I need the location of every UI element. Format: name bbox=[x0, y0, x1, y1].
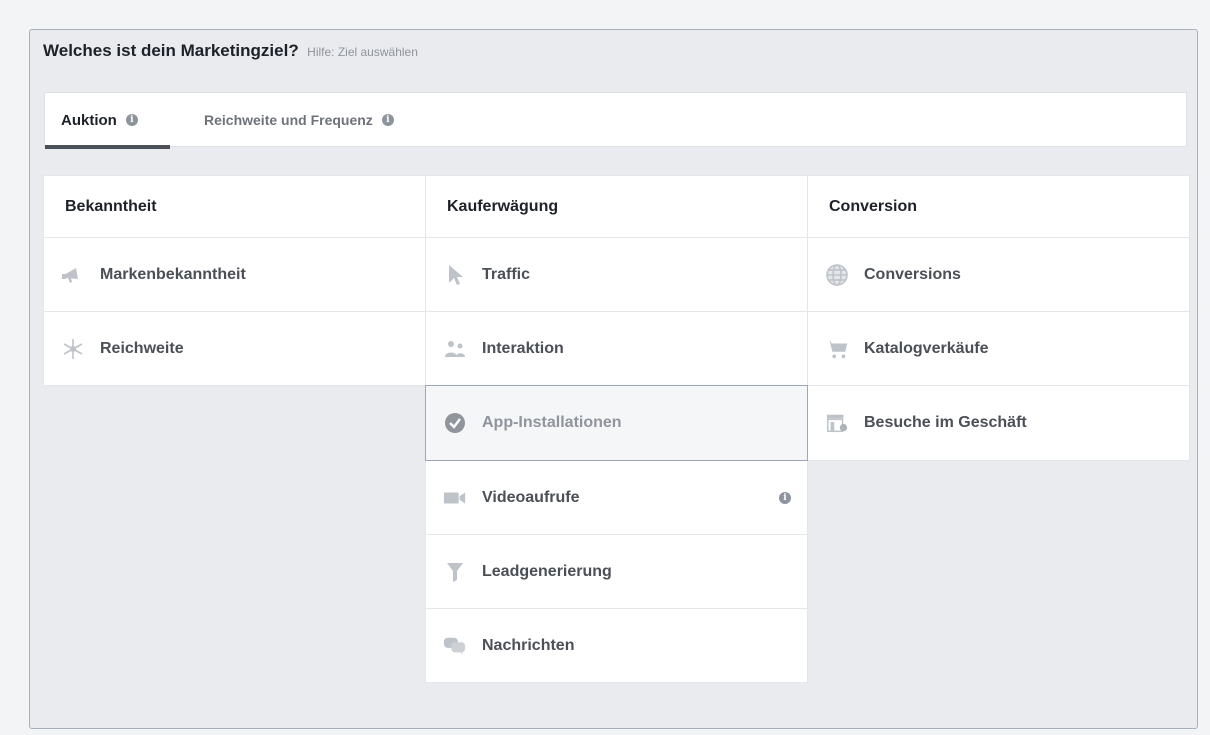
objective-label: Traffic bbox=[482, 265, 531, 283]
objective-videoaufrufe[interactable]: Videoaufrufe i bbox=[425, 460, 808, 535]
objective-markenbekanntheit[interactable]: Markenbekanntheit bbox=[43, 237, 426, 312]
objective-label: Interaktion bbox=[482, 339, 564, 357]
info-icon[interactable]: i bbox=[381, 114, 394, 126]
objective-label: Reichweite bbox=[100, 339, 184, 357]
globe-icon bbox=[825, 263, 849, 287]
tab-reichweite-frequenz-label: Reichweite und Frequenz bbox=[204, 112, 373, 128]
objective-question: Welches ist dein Marketingziel? bbox=[43, 41, 299, 60]
objective-grid: Bekanntheit Markenbekanntheit Reichweite bbox=[43, 175, 1190, 735]
shopping-cart-icon bbox=[825, 337, 849, 361]
info-icon[interactable]: i bbox=[125, 114, 138, 126]
chat-bubbles-icon bbox=[443, 634, 467, 658]
objective-traffic[interactable]: Traffic bbox=[425, 237, 808, 312]
objective-besuche-im-geschaeft[interactable]: Besuche im Geschäft bbox=[807, 385, 1190, 461]
objective-label: Leadgenerierung bbox=[482, 562, 612, 580]
objective-label: Besuche im Geschäft bbox=[864, 414, 1027, 431]
tab-reichweite-frequenz[interactable]: Reichweite und Frequenz i bbox=[204, 93, 394, 147]
cursor-icon bbox=[443, 263, 467, 287]
objective-katalogverkaeufe[interactable]: Katalogverkäufe bbox=[807, 311, 1190, 386]
objective-label: Conversions bbox=[864, 265, 961, 283]
objective-label: App-Installationen bbox=[482, 414, 622, 431]
megaphone-icon bbox=[61, 263, 85, 287]
tab-auktion[interactable]: Auktion i bbox=[45, 93, 170, 149]
column-bekanntheit: Bekanntheit Markenbekanntheit Reichweite bbox=[43, 175, 426, 735]
objective-label: Nachrichten bbox=[482, 636, 575, 654]
column-kauferwaegung: Kauferwägung Traffic Interaktion App-Ins… bbox=[425, 175, 808, 735]
help-link[interactable]: Hilfe: Ziel auswählen bbox=[307, 45, 418, 59]
objective-reichweite[interactable]: Reichweite bbox=[43, 311, 426, 386]
column-conversion: Conversion Conversions Katalogverkäufe B… bbox=[807, 175, 1190, 735]
info-icon[interactable]: i bbox=[779, 491, 791, 504]
objective-label: Katalogverkäufe bbox=[864, 339, 989, 357]
store-icon bbox=[825, 411, 849, 435]
objective-nachrichten[interactable]: Nachrichten bbox=[425, 608, 808, 683]
column-heading: Bekanntheit bbox=[43, 175, 426, 238]
funnel-icon bbox=[443, 560, 467, 584]
reach-icon bbox=[61, 337, 85, 361]
panel-header: Welches ist dein Marketingziel? Hilfe: Z… bbox=[43, 41, 418, 61]
marketing-objective-panel: Welches ist dein Marketingziel? Hilfe: Z… bbox=[29, 29, 1198, 729]
tab-bar: Auktion i Reichweite und Frequenz i bbox=[44, 92, 1187, 149]
video-camera-icon bbox=[443, 486, 467, 510]
objective-label: Videoaufrufe bbox=[482, 488, 580, 506]
objective-label: Markenbekanntheit bbox=[100, 265, 246, 283]
objective-conversions[interactable]: Conversions bbox=[807, 237, 1190, 312]
tab-auktion-label: Auktion bbox=[61, 111, 117, 129]
objective-interaktion[interactable]: Interaktion bbox=[425, 311, 808, 386]
objective-app-installationen[interactable]: App-Installationen bbox=[425, 385, 808, 461]
check-circle-icon bbox=[443, 411, 467, 435]
objective-leadgenerierung[interactable]: Leadgenerierung bbox=[425, 534, 808, 609]
people-icon bbox=[443, 337, 467, 361]
column-heading: Conversion bbox=[807, 175, 1190, 238]
column-heading: Kauferwägung bbox=[425, 175, 808, 238]
